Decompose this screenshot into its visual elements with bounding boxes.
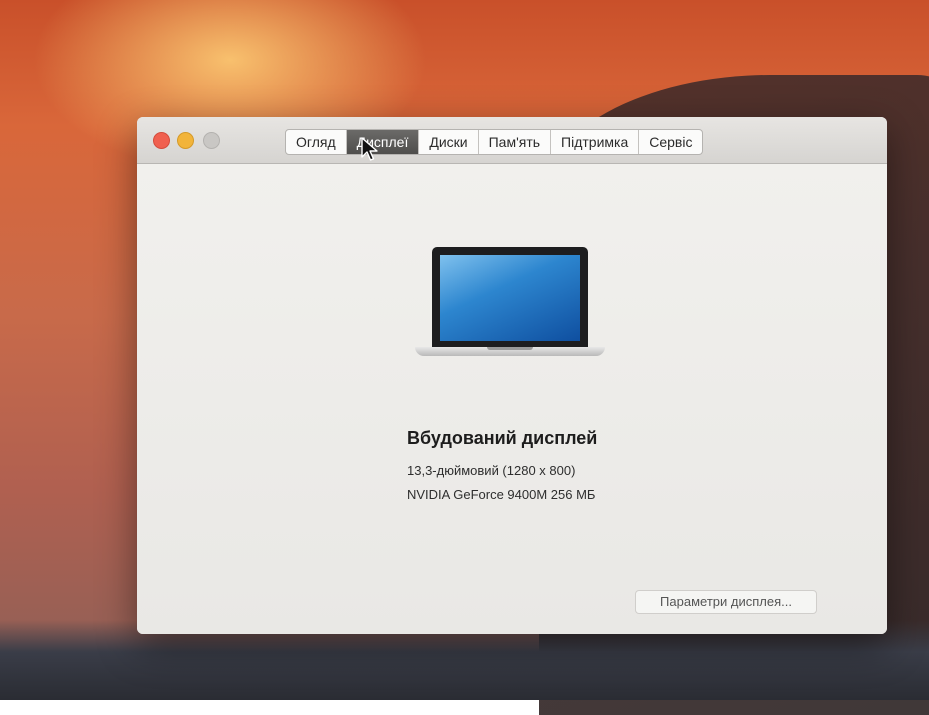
- titlebar: Огляд Дисплеї Диски Пам'ять Підтримка Се…: [137, 117, 887, 164]
- laptop-screen-bezel: [432, 247, 588, 347]
- tab-support[interactable]: Підтримка: [551, 130, 640, 154]
- tab-storage[interactable]: Диски: [419, 130, 479, 154]
- laptop-base-lip: [487, 347, 533, 350]
- display-size: 13,3-дюймовий (1280 x 800): [407, 463, 576, 478]
- displays-pane: Вбудований дисплей 13,3-дюймовий (1280 x…: [137, 164, 887, 634]
- cursor-icon: [361, 137, 378, 161]
- laptop-screen: [440, 255, 580, 341]
- tab-memory[interactable]: Пам'ять: [479, 130, 552, 154]
- display-gpu: NVIDIA GeForce 9400M 256 МБ: [407, 487, 596, 502]
- close-icon[interactable]: [153, 132, 170, 149]
- laptop-icon: [415, 247, 605, 372]
- tab-overview[interactable]: Огляд: [286, 130, 347, 154]
- about-this-mac-window: Огляд Дисплеї Диски Пам'ять Підтримка Се…: [137, 117, 887, 634]
- display-settings-button[interactable]: Параметри дисплея...: [635, 590, 817, 614]
- minimize-icon[interactable]: [177, 132, 194, 149]
- display-name: Вбудований дисплей: [407, 428, 598, 448]
- tab-displays[interactable]: Дисплеї: [346, 130, 420, 154]
- tab-service[interactable]: Сервіс: [639, 130, 702, 154]
- tab-bar: Огляд Дисплеї Диски Пам'ять Підтримка Се…: [285, 129, 704, 155]
- zoom-icon[interactable]: [203, 132, 220, 149]
